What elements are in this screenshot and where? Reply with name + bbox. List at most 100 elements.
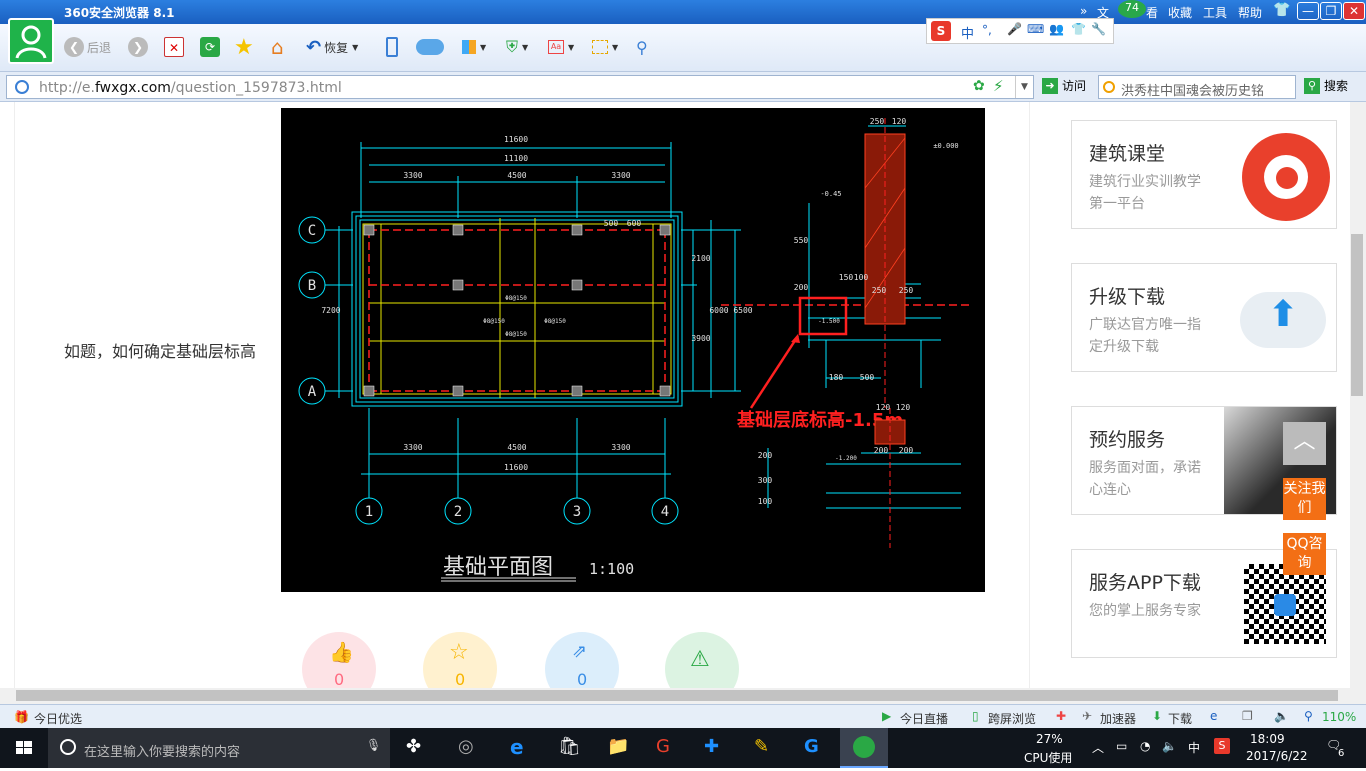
address-bar[interactable]: http://e.fwxgx.com/question_1597873.html…	[6, 75, 1034, 99]
visit-button[interactable]: ➜ 访问	[1042, 77, 1086, 94]
taskbar-g-app-icon[interactable]: G	[804, 736, 819, 757]
ime-toolbar[interactable]: S 中 °, 🎤 ⌨ 👥 👕 🔧	[926, 18, 1114, 44]
taskbar-search[interactable]: 在这里输入你要搜索的内容 🎙	[48, 728, 390, 768]
taskbar-folder-icon[interactable]: 📁	[607, 736, 629, 757]
start-button[interactable]	[0, 728, 48, 768]
menu-item-favorites[interactable]: 收藏	[1168, 4, 1192, 21]
taskbar-edge-icon[interactable]: e	[510, 735, 524, 759]
cloud-button[interactable]	[416, 36, 444, 58]
favorite-star-button[interactable]: ★	[234, 35, 254, 60]
volume-icon[interactable]: 🔈	[1274, 709, 1289, 723]
share-count: 0	[577, 670, 588, 688]
search-input-value[interactable]: 洪秀柱中国魂会被历史铭	[1121, 80, 1264, 99]
ie-icon[interactable]: e	[1210, 709, 1217, 723]
url-text[interactable]: http://e.fwxgx.com/question_1597873.html	[39, 80, 342, 96]
skin-icon[interactable]: 👕	[1071, 22, 1086, 36]
live-icon[interactable]: ▶	[882, 709, 891, 723]
zoom-level[interactable]: 110%	[1322, 710, 1356, 724]
vertical-scrollbar[interactable]	[1350, 102, 1366, 688]
horizontal-scrollbar[interactable]	[0, 688, 1366, 704]
secure-icon[interactable]: ✿	[973, 78, 985, 94]
menu-arrow-icon[interactable]: »	[1080, 4, 1087, 18]
taskbar-plus-app-icon[interactable]: ✚	[704, 736, 719, 757]
stop-button[interactable]: ✕	[164, 36, 184, 58]
taskbar-app-swirl-icon[interactable]: ◎	[458, 736, 474, 757]
close-button[interactable]: ✕	[1343, 2, 1365, 20]
score-badge[interactable]: 74	[1118, 0, 1146, 18]
user-settings-icon[interactable]: 👥	[1049, 22, 1064, 36]
menu-item-tools[interactable]: 工具	[1203, 4, 1227, 21]
mic-icon[interactable]: 🎤	[1007, 22, 1022, 36]
ime-lang[interactable]: 中	[961, 23, 974, 42]
undo-close-button[interactable]: ↶ 恢复 ▼	[306, 36, 358, 58]
plus-icon[interactable]: ✚	[1056, 709, 1066, 723]
status-live[interactable]: 今日直播	[900, 710, 948, 727]
ime-punct[interactable]: °,	[982, 23, 992, 37]
taskbar-store-icon[interactable]: 🛍	[558, 736, 581, 757]
search-engine-icon[interactable]	[1103, 81, 1115, 93]
card-upgrade-download[interactable]: 升级下载 广联达官方唯一指定升级下载 ⬆	[1071, 263, 1337, 372]
detail-dim-150: 150	[839, 273, 854, 282]
horizontal-scroll-thumb[interactable]	[16, 690, 1338, 701]
wifi-icon[interactable]: ◔	[1140, 739, 1150, 753]
minimize-button[interactable]: —	[1297, 2, 1319, 20]
download-icon[interactable]: ⬇	[1152, 709, 1162, 723]
detail2-side-1: 200	[758, 451, 773, 460]
tray-sogou-icon[interactable]: S	[1214, 738, 1230, 754]
rocket-icon[interactable]: ✈	[1082, 709, 1092, 723]
qq-consult-button[interactable]: QQ咨询	[1283, 533, 1326, 575]
tray-up-arrow-icon[interactable]: ︿	[1092, 739, 1104, 756]
cad-drawing-image[interactable]: 11600 11100 3300 4500 3300 3300 4500 330…	[281, 108, 985, 592]
back-to-top-button[interactable]: ︿	[1283, 422, 1326, 465]
translate-icon: Aa	[548, 40, 564, 54]
keyboard-icon[interactable]: ⌨	[1027, 22, 1044, 36]
translate-button[interactable]: Aa ▼	[548, 36, 574, 58]
taskbar-notes-icon[interactable]: ✎	[754, 736, 769, 757]
taskbar-360-browser[interactable]	[840, 728, 888, 768]
zoom-icon[interactable]: ⚲	[1304, 709, 1313, 723]
today-picks-label[interactable]: 今日优选	[34, 710, 82, 727]
security-button[interactable]: ⛨ ▼	[506, 36, 528, 58]
phone-small-icon[interactable]: ▯	[972, 709, 979, 723]
battery-icon[interactable]: ▭	[1116, 739, 1127, 753]
status-accelerator[interactable]: 加速器	[1100, 710, 1136, 727]
back-arrow-icon: ❮	[64, 37, 84, 57]
wrench-icon[interactable]: 🔧	[1091, 22, 1106, 36]
clock-date[interactable]: 2017/6/22	[1246, 749, 1308, 763]
sogou-icon[interactable]: S	[931, 21, 951, 41]
clock-time[interactable]: 18:09	[1250, 732, 1285, 746]
home-button[interactable]: ⌂	[271, 35, 284, 59]
vertical-scroll-thumb[interactable]	[1351, 234, 1363, 396]
user-avatar[interactable]	[8, 18, 54, 64]
search-button[interactable]: ⚲ 搜索	[1304, 77, 1348, 94]
follow-us-button[interactable]: 关注我们	[1283, 478, 1326, 520]
dim-right-4: 6500	[733, 306, 752, 315]
menu-item-help[interactable]: 帮助	[1238, 4, 1262, 21]
card-desc: 建筑行业实训教学第一平台	[1089, 174, 1201, 212]
forward-button[interactable]: ❯	[128, 36, 148, 58]
menu-item-view[interactable]: 看	[1146, 4, 1158, 21]
tray-ime[interactable]: 中	[1188, 739, 1200, 756]
screenshot-button[interactable]: ▼	[592, 36, 618, 58]
maximize-button[interactable]: ❐	[1320, 2, 1342, 20]
shirt-icon[interactable]: 👕	[1273, 2, 1290, 18]
status-download[interactable]: 下载	[1168, 710, 1192, 727]
apps-button[interactable]: ▼	[462, 36, 486, 58]
detail-dim-200: 200	[794, 283, 809, 292]
window-icon[interactable]: ❐	[1242, 709, 1253, 723]
speaker-icon[interactable]: 🔈	[1162, 739, 1177, 753]
back-button[interactable]: ❮ 后退	[64, 36, 111, 58]
refresh-button[interactable]: ⟳	[200, 36, 220, 58]
url-dropdown-arrow-icon[interactable]: ▼	[1015, 76, 1033, 98]
title-bar: 360安全浏览器 8.1 » 文 74 看 收藏 工具 帮助 👕 — ❐ ✕	[0, 0, 1366, 24]
gift-icon[interactable]: 🎁	[14, 710, 29, 724]
taskbar-app-fan-icon[interactable]: ✤	[406, 736, 421, 757]
search-box[interactable]: 洪秀柱中国魂会被历史铭	[1098, 75, 1296, 99]
phone-button[interactable]	[386, 36, 398, 58]
detail-dim-180: 180	[829, 373, 844, 382]
taskbar-glodon-icon[interactable]: G	[656, 736, 670, 757]
status-cross-screen[interactable]: 跨屏浏览	[988, 710, 1036, 727]
speed-mode-icon[interactable]: ⚡	[993, 77, 1004, 95]
card-building-class[interactable]: 建筑课堂 建筑行业实训教学第一平台	[1071, 120, 1337, 229]
zoom-button[interactable]: ⚲	[636, 36, 648, 58]
